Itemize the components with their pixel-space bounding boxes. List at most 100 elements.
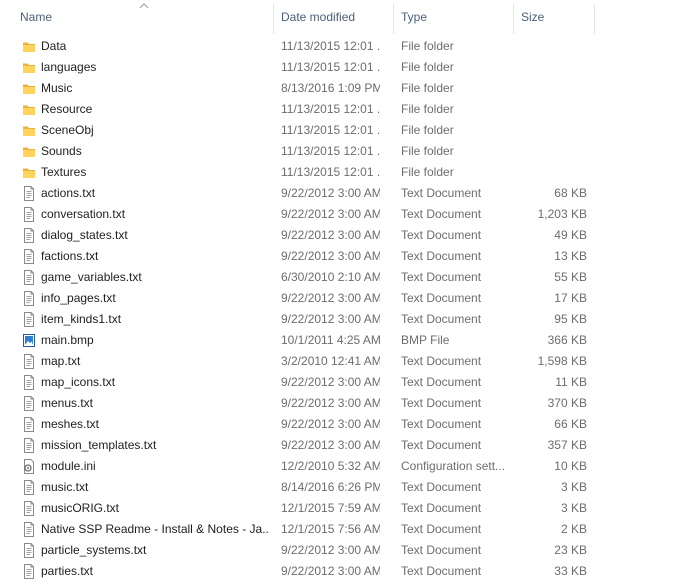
file-row[interactable]: Data 11/13/2015 12:01 ... File folder xyxy=(0,36,687,57)
file-row[interactable]: main.bmp 10/1/2011 4:25 AM BMP File 366 KB xyxy=(0,330,687,351)
file-type: Text Document xyxy=(401,417,482,431)
file-type: Text Document xyxy=(401,480,482,494)
file-type: Text Document xyxy=(401,375,482,389)
file-date-modified: 11/13/2015 12:01 ... xyxy=(281,165,380,179)
file-date-modified: 11/13/2015 12:01 ... xyxy=(281,102,380,116)
text-file-icon xyxy=(22,564,36,579)
file-date-modified: 9/22/2012 3:00 AM xyxy=(281,186,380,200)
file-row[interactable]: music.txt 8/14/2016 6:26 PM Text Document 3… xyxy=(0,477,687,498)
file-date-modified: 11/13/2015 12:01 ... xyxy=(281,39,380,53)
file-row[interactable]: mission_templates.txt 9/22/2012 3:00 AM Te… xyxy=(0,435,687,456)
file-date-modified: 11/13/2015 12:01 ... xyxy=(281,60,380,74)
file-type: Text Document xyxy=(401,354,482,368)
text-file-icon xyxy=(22,396,36,411)
file-type: File folder xyxy=(401,102,454,116)
file-type: File folder xyxy=(401,123,454,137)
folder-icon xyxy=(22,39,36,54)
file-date-modified: 11/13/2015 12:01 ... xyxy=(281,123,380,137)
file-date-modified: 9/22/2012 3:00 AM xyxy=(281,417,380,431)
text-file-icon xyxy=(22,375,36,390)
column-divider[interactable] xyxy=(594,4,595,34)
file-name: map_icons.txt xyxy=(41,375,116,389)
file-type: Text Document xyxy=(401,291,482,305)
file-size xyxy=(516,141,587,162)
file-date-modified: 9/22/2012 3:00 AM xyxy=(281,207,380,221)
file-type: Text Document xyxy=(401,228,482,242)
file-row[interactable]: Textures 11/13/2015 12:01 ... File folder xyxy=(0,162,687,183)
file-row[interactable]: module.ini 12/2/2010 5:32 AM Configuration… xyxy=(0,456,687,477)
file-name: Music xyxy=(41,81,73,95)
text-file-icon xyxy=(22,228,36,243)
file-name: meshes.txt xyxy=(41,417,100,431)
column-header-date-modified[interactable]: Date modified xyxy=(274,0,393,34)
file-date-modified: 9/22/2012 3:00 AM xyxy=(281,312,380,326)
file-row[interactable]: Native SSP Readme - Install & Notes - Ja… xyxy=(0,519,687,540)
text-file-icon xyxy=(22,522,36,537)
column-header-type[interactable]: Type xyxy=(394,0,513,34)
file-name: music.txt xyxy=(41,480,89,494)
folder-icon xyxy=(22,165,36,180)
file-row[interactable]: Music 8/13/2016 1:09 PM File folder xyxy=(0,78,687,99)
file-size xyxy=(516,78,587,99)
file-type: Text Document xyxy=(401,522,482,536)
file-row[interactable]: map.txt 3/2/2010 12:41 AM Text Document 1,5… xyxy=(0,351,687,372)
file-size: 366 KB xyxy=(547,333,587,347)
file-type: Text Document xyxy=(401,543,482,557)
file-row[interactable]: dialog_states.txt 9/22/2012 3:00 AM Text D… xyxy=(0,225,687,246)
file-row[interactable]: particle_systems.txt 9/22/2012 3:00 AM Tex… xyxy=(0,540,687,561)
folder-icon xyxy=(22,123,36,138)
file-type: Text Document xyxy=(401,270,482,284)
file-row[interactable]: Sounds 11/13/2015 12:01 ... File folder xyxy=(0,141,687,162)
file-size: 17 KB xyxy=(554,291,587,305)
file-row[interactable]: game_variables.txt 6/30/2010 2:10 AM Text … xyxy=(0,267,687,288)
file-row[interactable]: item_kinds1.txt 9/22/2012 3:00 AM Text Doc… xyxy=(0,309,687,330)
text-file-icon xyxy=(22,543,36,558)
file-row[interactable]: SceneObj 11/13/2015 12:01 ... File folder xyxy=(0,120,687,141)
file-size: 3 KB xyxy=(560,501,587,515)
folder-icon xyxy=(22,81,36,96)
file-name: languages xyxy=(41,60,97,74)
file-size: 66 KB xyxy=(554,417,587,431)
text-file-icon xyxy=(22,501,36,516)
file-date-modified: 9/22/2012 3:00 AM xyxy=(281,249,380,263)
file-row[interactable]: parties.txt 9/22/2012 3:00 AM Text Documen… xyxy=(0,561,687,582)
file-type: Text Document xyxy=(401,207,482,221)
file-date-modified: 9/22/2012 3:00 AM xyxy=(281,291,380,305)
file-date-modified: 9/22/2012 3:00 AM xyxy=(281,375,380,389)
file-type: Configuration sett... xyxy=(401,459,506,473)
file-row[interactable]: Resource 11/13/2015 12:01 ... File folder xyxy=(0,99,687,120)
file-type: Text Document xyxy=(401,186,482,200)
file-row[interactable]: conversation.txt 9/22/2012 3:00 AM Text Do… xyxy=(0,204,687,225)
column-header-name[interactable]: Name xyxy=(13,0,273,34)
folder-icon xyxy=(22,144,36,159)
file-row[interactable]: actions.txt 9/22/2012 3:00 AM Text Documen… xyxy=(0,183,687,204)
file-type: File folder xyxy=(401,60,454,74)
file-row[interactable]: languages 11/13/2015 12:01 ... File folder xyxy=(0,57,687,78)
file-type: Text Document xyxy=(401,501,482,515)
file-name: factions.txt xyxy=(41,249,99,263)
file-size: 23 KB xyxy=(554,543,587,557)
file-row[interactable]: menus.txt 9/22/2012 3:00 AM Text Document 3… xyxy=(0,393,687,414)
file-row[interactable]: musicORIG.txt 12/1/2015 7:59 AM Text Docum… xyxy=(0,498,687,519)
file-row[interactable]: map_icons.txt 9/22/2012 3:00 AM Text Docum… xyxy=(0,372,687,393)
text-file-icon xyxy=(22,354,36,369)
file-list: Data 11/13/2015 12:01 ... File folder lang… xyxy=(0,36,687,582)
file-date-modified: 9/22/2012 3:00 AM xyxy=(281,564,380,578)
file-size: 33 KB xyxy=(554,564,587,578)
column-header-size[interactable]: Size xyxy=(514,0,594,34)
file-name: module.ini xyxy=(41,459,96,473)
file-row[interactable]: factions.txt 9/22/2012 3:00 AM Text Docume… xyxy=(0,246,687,267)
file-row[interactable]: meshes.txt 9/22/2012 3:00 AM Text Document… xyxy=(0,414,687,435)
file-date-modified: 10/1/2011 4:25 AM xyxy=(281,333,380,347)
file-row[interactable]: info_pages.txt 9/22/2012 3:00 AM Text Docu… xyxy=(0,288,687,309)
text-file-icon xyxy=(22,417,36,432)
file-type: Text Document xyxy=(401,249,482,263)
column-header-bar: Name Date modified Type Size xyxy=(0,0,687,34)
file-date-modified: 3/2/2010 12:41 AM xyxy=(281,354,380,368)
file-type: Text Document xyxy=(401,312,482,326)
file-size: 10 KB xyxy=(554,459,587,473)
file-name: actions.txt xyxy=(41,186,96,200)
file-size: 357 KB xyxy=(547,438,587,452)
file-date-modified: 6/30/2010 2:10 AM xyxy=(281,270,380,284)
file-type: File folder xyxy=(401,81,454,95)
